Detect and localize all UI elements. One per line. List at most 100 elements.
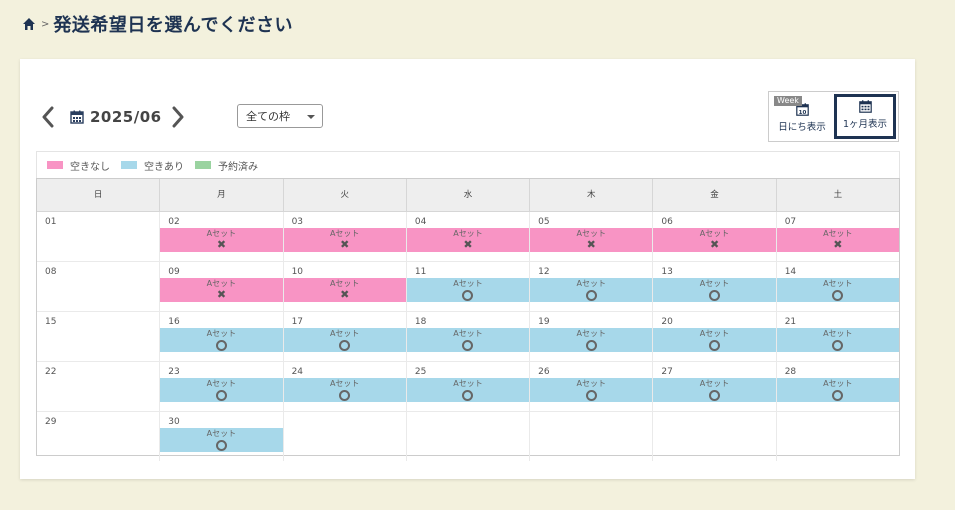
calendar-week-row: 08 09 Aセット ✖ 10 Aセット ✖ 11 Aセット 12 Aセット 13 Aセット 14 Aセット <box>37 262 899 312</box>
calendar-day-cell[interactable]: 12 Aセット <box>530 262 654 311</box>
calendar-day-cell[interactable]: 21 Aセット <box>776 312 899 361</box>
slot-available[interactable]: Aセット <box>160 428 283 452</box>
calendar-week-row: 29 30 Aセット <box>37 412 899 461</box>
month-view-button[interactable]: 1ヶ月表示 <box>834 94 896 139</box>
day-number: 23 <box>168 367 180 377</box>
slot-available[interactable]: Aセット <box>530 328 653 352</box>
slot-available[interactable]: Aセット <box>160 328 283 352</box>
calendar-day-cell[interactable]: 16 Aセット <box>160 312 284 361</box>
day-number: 09 <box>168 267 180 277</box>
calendar-day-cell[interactable]: 14 Aセット <box>776 262 899 311</box>
slot-full: Aセット ✖ <box>530 228 653 252</box>
slot-available[interactable]: Aセット <box>406 328 530 352</box>
slot-label: Aセット <box>576 329 606 338</box>
calendar-day-cell[interactable]: 20 Aセット <box>653 312 777 361</box>
day-number: 27 <box>661 367 673 377</box>
calendar-day-cell[interactable]: 28 Aセット <box>776 362 899 411</box>
available-circle-icon <box>215 390 227 401</box>
calendar-day-cell[interactable]: 30 Aセット <box>160 412 284 461</box>
day-number: 12 <box>538 267 550 277</box>
day-number: 22 <box>45 367 57 377</box>
home-icon[interactable] <box>22 17 36 31</box>
slot-available[interactable]: Aセット <box>406 278 530 302</box>
slot-label: Aセット <box>453 279 483 288</box>
calendar-day-cell[interactable]: 17 Aセット <box>283 312 407 361</box>
legend-item-open: 空きあり <box>121 158 184 173</box>
weekday-wed: 水 <box>407 179 531 211</box>
available-circle-icon <box>462 290 474 301</box>
slot-available[interactable]: Aセット <box>530 378 653 402</box>
slot-available[interactable]: Aセット <box>653 328 776 352</box>
slot-full: Aセット ✖ <box>406 228 530 252</box>
slot-available[interactable]: Aセット <box>653 378 776 402</box>
day-number: 24 <box>291 367 304 377</box>
page-title: 発送希望日を選んでください <box>53 15 293 36</box>
slot-available[interactable]: Aセット <box>776 378 899 402</box>
calendar-grid: 日 月 火 水 木 金 土 01 02 Aセット ✖ 03 Aセット ✖ 04 Aセット ✖ 05 A… <box>36 178 900 461</box>
legend-label: 予約済み <box>218 161 258 173</box>
calendar-day-cell[interactable]: 24 Aセット <box>283 362 407 411</box>
slot-available[interactable]: Aセット <box>530 278 653 302</box>
weekday-fri: 金 <box>653 179 777 211</box>
slot-available[interactable]: Aセット <box>653 278 776 302</box>
frame-select[interactable]: 全ての枠 <box>237 104 323 128</box>
day-number: 30 <box>168 417 180 427</box>
calendar-day-cell: 08 <box>37 262 161 311</box>
slot-label: Aセット <box>206 329 237 338</box>
slot-available[interactable]: Aセット <box>776 328 899 352</box>
slot-available[interactable]: Aセット <box>406 378 530 402</box>
calendar-day-cell[interactable]: 19 Aセット <box>530 312 654 361</box>
slot-label: Aセット <box>576 379 606 388</box>
slot-available[interactable]: Aセット <box>283 328 406 352</box>
day-number: 21 <box>784 317 797 327</box>
slot-label: Aセット <box>453 329 483 338</box>
available-circle-icon <box>339 390 351 401</box>
day-number: 02 <box>168 217 180 227</box>
chevron-down-icon <box>307 115 315 119</box>
day-number: 18 <box>414 317 427 327</box>
title-row: > 発送希望日を選んでください <box>22 10 293 38</box>
calendar-day-cell[interactable]: 25 Aセット <box>406 362 531 411</box>
calendar-day-cell: 22 <box>37 362 161 411</box>
calendar-day-cell[interactable]: 23 Aセット <box>160 362 284 411</box>
legend-swatch <box>47 161 63 169</box>
calendar-day-cell[interactable]: 26 Aセット <box>530 362 654 411</box>
available-circle-icon <box>339 340 351 351</box>
calendar-day-cell: 05 Aセット ✖ <box>530 212 654 261</box>
available-circle-icon <box>709 290 721 301</box>
slot-label: Aセット <box>699 379 730 388</box>
view-toggle: Week 10 日にち表示 1ヶ月表示 <box>768 91 899 142</box>
day-number: 19 <box>538 317 550 327</box>
slot-label: Aセット <box>576 279 606 288</box>
day-number: 10 <box>291 267 304 277</box>
slot-available[interactable]: Aセット <box>160 378 283 402</box>
calendar-day-cell[interactable]: 11 Aセット <box>406 262 531 311</box>
weekday-sun: 日 <box>37 179 161 211</box>
day-number: 29 <box>45 417 57 427</box>
next-month-chevron-icon[interactable] <box>170 105 186 129</box>
slot-label: Aセット <box>823 329 853 338</box>
day-view-button[interactable]: Week 10 日にち表示 <box>771 94 833 139</box>
calendar-day-cell[interactable]: 27 Aセット <box>653 362 777 411</box>
slot-full: Aセット ✖ <box>776 228 899 252</box>
unavailable-x-icon: ✖ <box>463 238 473 251</box>
calendar-panel: 2025/06 全ての枠 Week 10 日にち表示 1ヶ月表示 空きなし 空き… <box>20 59 915 479</box>
slot-label: Aセット <box>206 429 237 438</box>
day-number: 08 <box>45 267 57 277</box>
day-number: 15 <box>45 317 57 327</box>
slot-available[interactable]: Aセット <box>283 378 406 402</box>
calendar-day-cell[interactable]: 18 Aセット <box>406 312 531 361</box>
available-circle-icon <box>462 340 474 351</box>
legend-label: 空きなし <box>70 161 110 173</box>
calendar-day-cell: 29 <box>37 412 161 461</box>
day-number: 13 <box>661 267 673 277</box>
available-circle-icon <box>462 390 474 401</box>
slot-available[interactable]: Aセット <box>776 278 899 302</box>
prev-month-chevron-icon[interactable] <box>40 105 56 129</box>
day-number: 20 <box>661 317 673 327</box>
calendar-day-cell[interactable]: 13 Aセット <box>653 262 777 311</box>
legend: 空きなし 空きあり 予約済み <box>36 151 900 178</box>
available-circle-icon <box>585 340 597 351</box>
calendar-day-cell: 06 Aセット ✖ <box>653 212 777 261</box>
day-view-label: 日にち表示 <box>778 122 826 133</box>
